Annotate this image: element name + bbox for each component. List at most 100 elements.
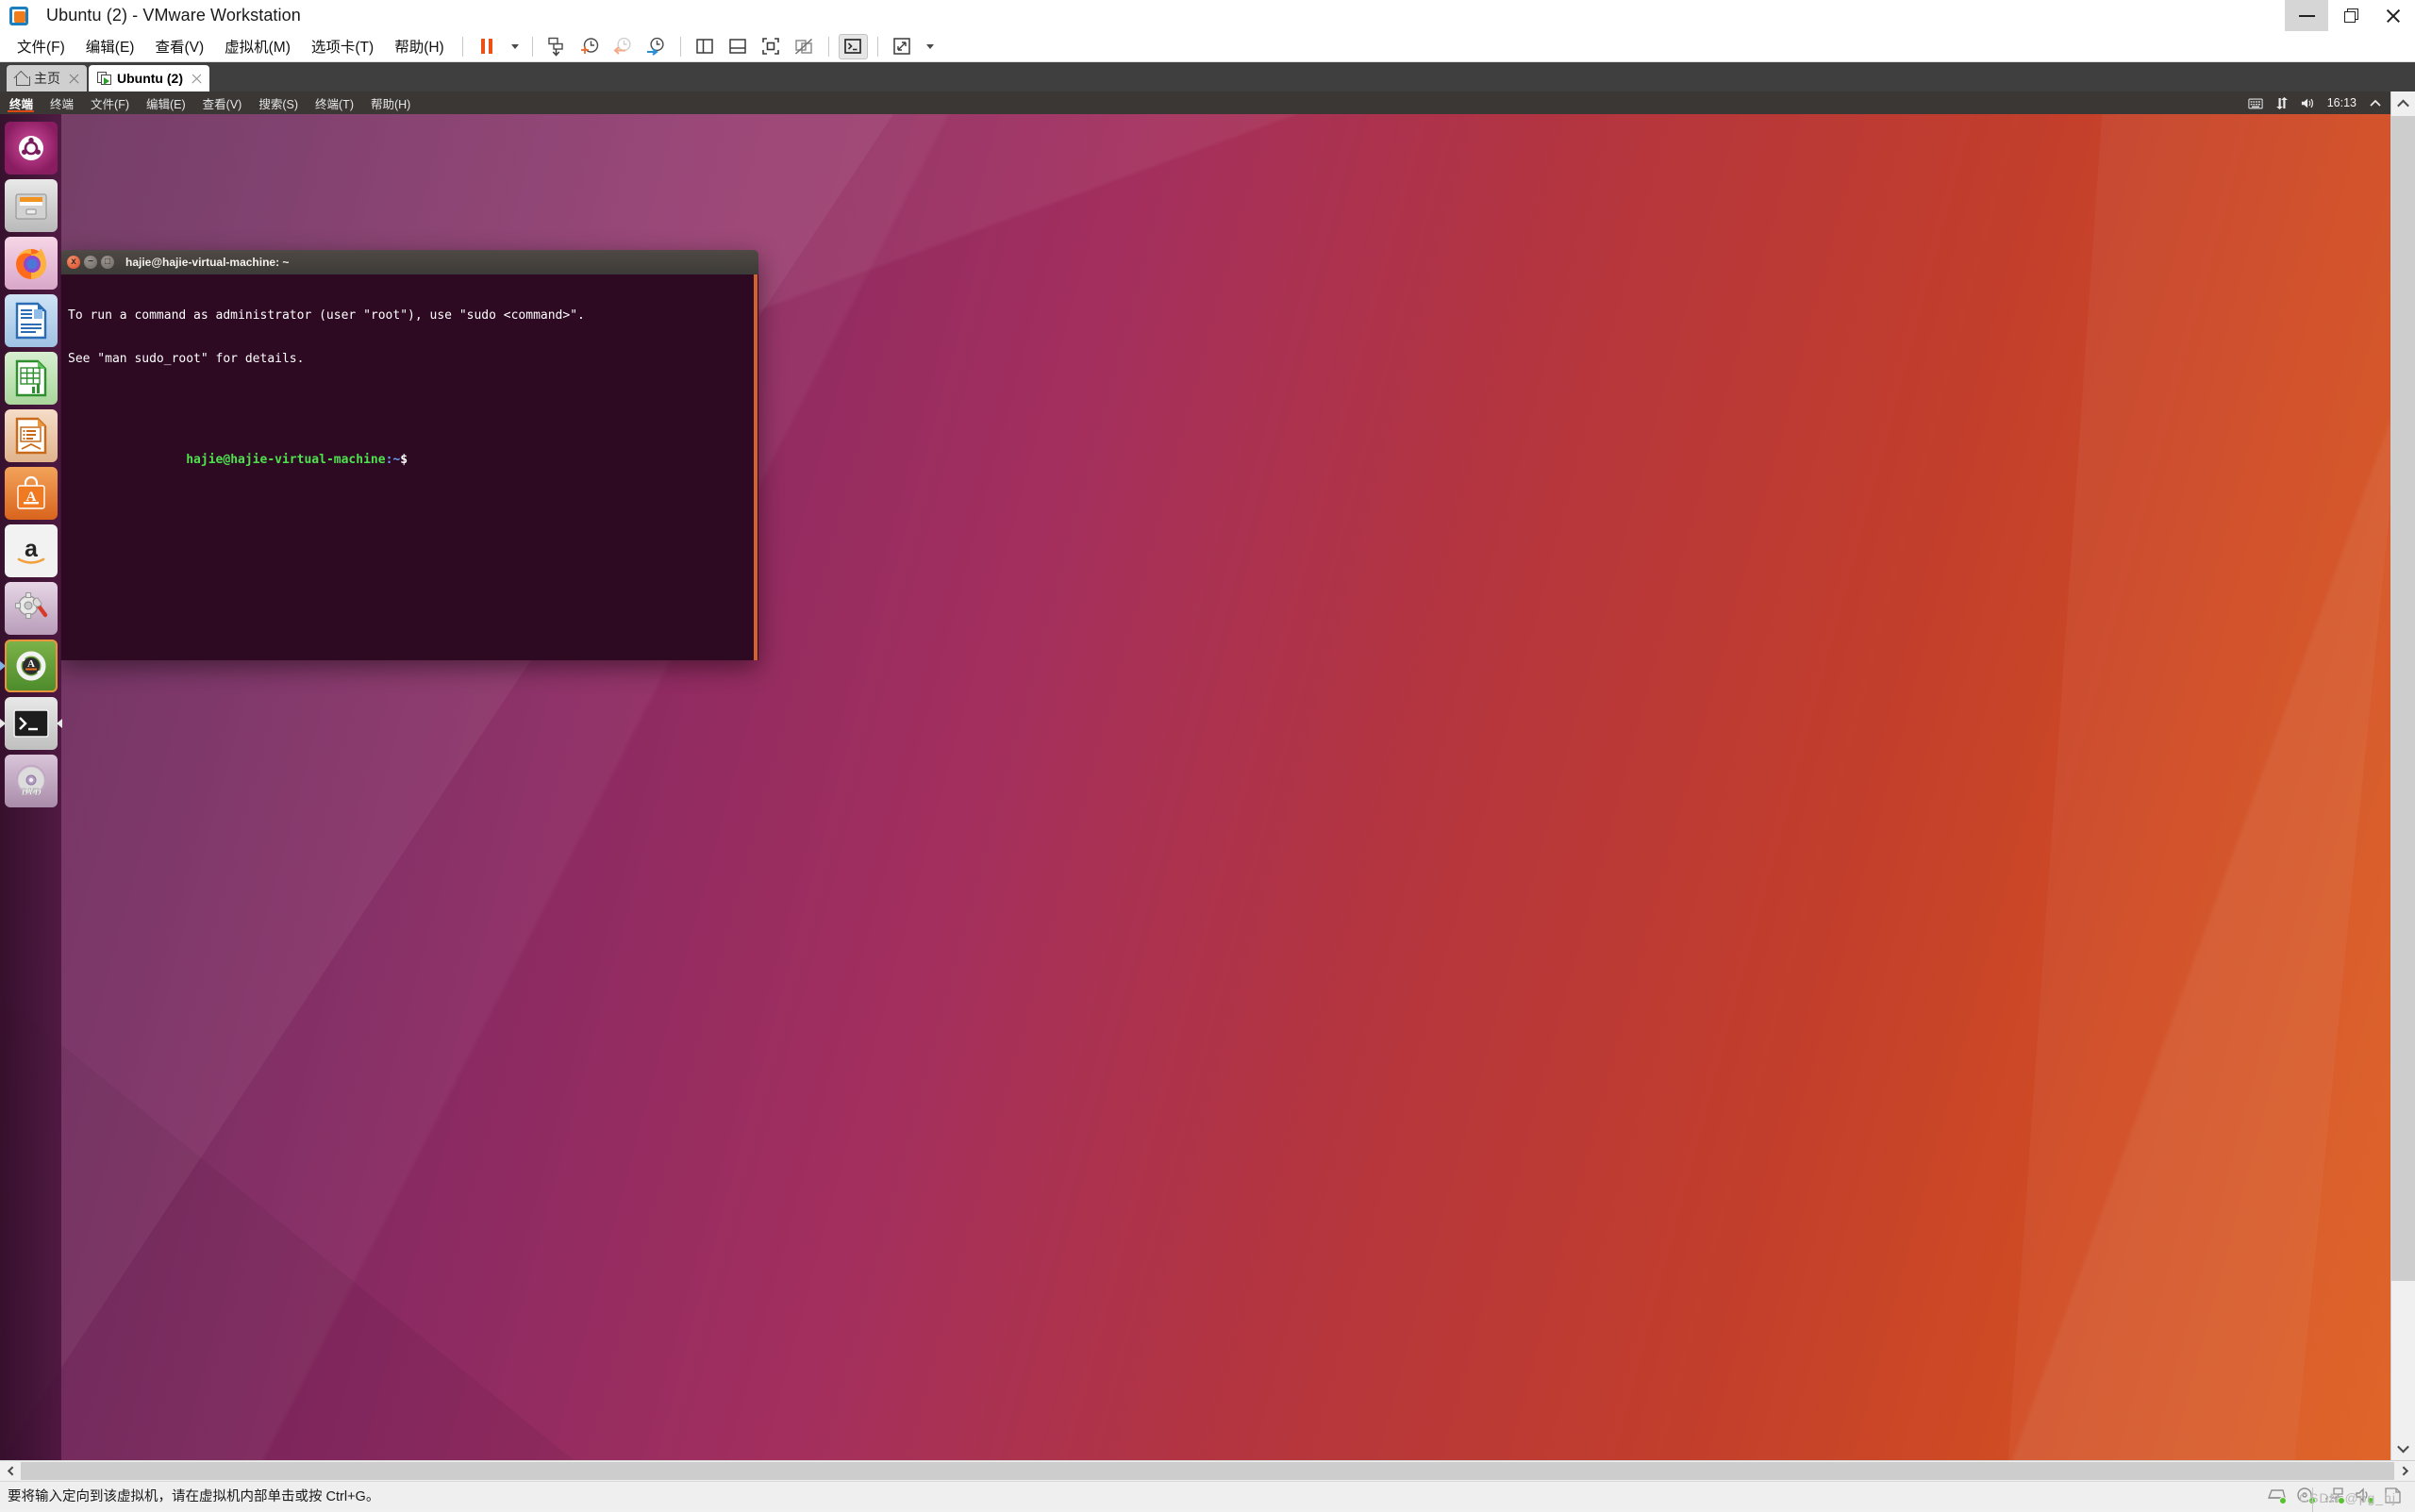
launcher-settings[interactable] xyxy=(5,582,58,635)
panel-menu-terminal2[interactable]: 终端(T) xyxy=(307,94,362,112)
sound-card-icon[interactable] xyxy=(2355,1487,2373,1504)
tab-ubuntu-2[interactable]: Ubuntu (2) xyxy=(89,65,209,91)
panel-menu-edit[interactable]: 编辑(E) xyxy=(138,94,194,112)
send-ctrl-alt-del-button[interactable] xyxy=(839,34,868,59)
dvd-disc-icon: DVD xyxy=(12,763,50,799)
launcher-firefox[interactable] xyxy=(5,237,58,290)
vertical-scrollbar-thumb[interactable] xyxy=(2391,116,2415,1281)
terminal-icon xyxy=(12,708,50,739)
snapshot-manager-button[interactable] xyxy=(542,34,572,59)
keyboard-icon[interactable] xyxy=(2248,96,2263,110)
stretch-dropdown[interactable] xyxy=(921,34,938,59)
menu-vm[interactable]: 虚拟机(M) xyxy=(214,31,301,61)
tab-strip: 主页 Ubuntu (2) xyxy=(0,62,2415,91)
terminal-title: hajie@hajie-virtual-machine: ~ xyxy=(125,256,289,269)
fullscreen-icon xyxy=(760,36,781,57)
menu-file[interactable]: 文件(F) xyxy=(7,31,75,61)
menu-edit[interactable]: 编辑(E) xyxy=(75,31,145,61)
gear-chevron-icon[interactable] xyxy=(2368,96,2383,110)
hard-disk-icon[interactable] xyxy=(2267,1487,2286,1504)
horizontal-scrollbar-thumb[interactable] xyxy=(21,1462,2394,1480)
fullscreen-button[interactable] xyxy=(757,34,786,59)
unity-launcher: A a xyxy=(0,114,61,1460)
show-console-view-button[interactable] xyxy=(724,34,753,59)
menu-help[interactable]: 帮助(H) xyxy=(384,31,455,61)
manage-snapshots-button[interactable] xyxy=(641,34,671,59)
launcher-impress[interactable] xyxy=(5,409,58,462)
horizontal-scrollbar[interactable] xyxy=(0,1460,2415,1481)
status-message: 要将输入定向到该虚拟机，请在虚拟机内部单击或按 Ctrl+G。 xyxy=(8,1486,379,1505)
firefox-icon xyxy=(11,243,51,283)
svg-text:A: A xyxy=(27,658,35,670)
panel-menu-help[interactable]: 帮助(H) xyxy=(362,94,419,112)
launcher-files[interactable] xyxy=(5,179,58,232)
launcher-dash[interactable] xyxy=(5,122,58,174)
status-bar: 要将输入定向到该虚拟机，请在虚拟机内部单击或按 Ctrl+G。 xyxy=(0,1481,2415,1509)
show-library-button[interactable] xyxy=(691,34,720,59)
stretch-guest-button[interactable] xyxy=(888,34,917,59)
launcher-software[interactable]: A xyxy=(5,467,58,520)
menu-tabs[interactable]: 选项卡(T) xyxy=(301,31,384,61)
terminal-minimize-glyph: − xyxy=(88,258,93,267)
scroll-left-button[interactable] xyxy=(0,1461,21,1481)
terminal-line-1: To run a command as administrator (user … xyxy=(68,308,751,323)
restore-button[interactable] xyxy=(2328,0,2372,31)
vm-viewport-container: 终端 终端 文件(F) 编辑(E) 查看(V) 搜索(S) 终端(T) 帮助(H… xyxy=(0,91,2415,1481)
revert-snapshot-button[interactable] xyxy=(608,34,638,59)
terminal-prompt-symbol: $ xyxy=(400,453,408,467)
terminal-close-button[interactable]: x xyxy=(67,256,80,269)
menu-view[interactable]: 查看(V) xyxy=(144,31,214,61)
clock-wrench-icon xyxy=(644,35,667,58)
tab-ubuntu-2-close-icon[interactable] xyxy=(191,73,203,85)
unity-mode-button[interactable] xyxy=(790,34,819,59)
launcher-calc[interactable] xyxy=(5,352,58,405)
suspend-button[interactable] xyxy=(473,34,502,59)
terminal-minimize-button[interactable]: − xyxy=(84,256,97,269)
tab-home-close-icon[interactable] xyxy=(68,73,80,85)
minimize-button[interactable] xyxy=(2285,0,2328,31)
panel-clock[interactable]: 16:13 xyxy=(2327,96,2357,109)
terminal-scrollbar[interactable] xyxy=(753,274,758,660)
printer-icon[interactable] xyxy=(2384,1487,2402,1504)
scroll-up-button[interactable] xyxy=(2391,91,2415,116)
launcher-updater[interactable]: A xyxy=(5,640,58,692)
terminal-line-3 xyxy=(68,395,751,409)
panel-left-icon xyxy=(694,36,715,57)
vertical-scrollbar-track[interactable] xyxy=(2391,1281,2415,1436)
scroll-down-button[interactable] xyxy=(2391,1436,2415,1460)
launcher-amazon[interactable]: a xyxy=(5,524,58,577)
status-device-icons: CSDN @pg_hj xyxy=(2267,1487,2411,1504)
writer-icon xyxy=(14,302,48,340)
title-bar: Ubuntu (2) - VMware Workstation xyxy=(0,0,2415,31)
toolbar-separator-5 xyxy=(877,37,878,57)
panel-menu-file[interactable]: 文件(F) xyxy=(82,94,138,112)
panel-menu-search[interactable]: 搜索(S) xyxy=(250,94,307,112)
network-adapter-icon[interactable] xyxy=(2325,1487,2344,1504)
vertical-scrollbar[interactable] xyxy=(2390,91,2415,1460)
chevron-left-icon xyxy=(7,1467,16,1476)
terminal-body[interactable]: To run a command as administrator (user … xyxy=(60,274,758,660)
scroll-right-button[interactable] xyxy=(2394,1461,2415,1481)
panel-menu-terminal[interactable]: 终端 xyxy=(42,94,82,112)
terminal-titlebar: x − □ hajie@hajie-virtual-machine: ~ xyxy=(60,250,758,274)
vm-play-icon xyxy=(97,72,112,86)
close-button[interactable] xyxy=(2372,0,2415,31)
tab-home-label: 主页 xyxy=(34,69,60,88)
terminal-maximize-button[interactable]: □ xyxy=(101,256,114,269)
file-cabinet-icon xyxy=(12,189,50,223)
guest-screen[interactable]: 终端 终端 文件(F) 编辑(E) 查看(V) 搜索(S) 终端(T) 帮助(H… xyxy=(0,91,2390,1460)
launcher-dvd[interactable]: DVD xyxy=(5,755,58,807)
ubuntu-top-panel: 终端 终端 文件(F) 编辑(E) 查看(V) 搜索(S) 终端(T) 帮助(H… xyxy=(0,91,2390,114)
tab-home[interactable]: 主页 xyxy=(7,65,87,91)
network-icon[interactable] xyxy=(2274,96,2290,110)
volume-icon[interactable] xyxy=(2301,96,2316,110)
launcher-terminal[interactable] xyxy=(5,697,58,750)
launcher-writer[interactable] xyxy=(5,294,58,347)
power-dropdown[interactable] xyxy=(506,34,523,59)
terminal-window[interactable]: x − □ hajie@hajie-virtual-machine: ~ To xyxy=(60,250,758,660)
ubuntu-desktop: 终端 终端 文件(F) 编辑(E) 查看(V) 搜索(S) 终端(T) 帮助(H… xyxy=(0,91,2390,1460)
launcher-running-indicator-updater xyxy=(0,661,6,671)
terminal-prompt-icon xyxy=(843,37,862,56)
panel-menu-view[interactable]: 查看(V) xyxy=(194,94,251,112)
take-snapshot-button[interactable] xyxy=(575,34,605,59)
